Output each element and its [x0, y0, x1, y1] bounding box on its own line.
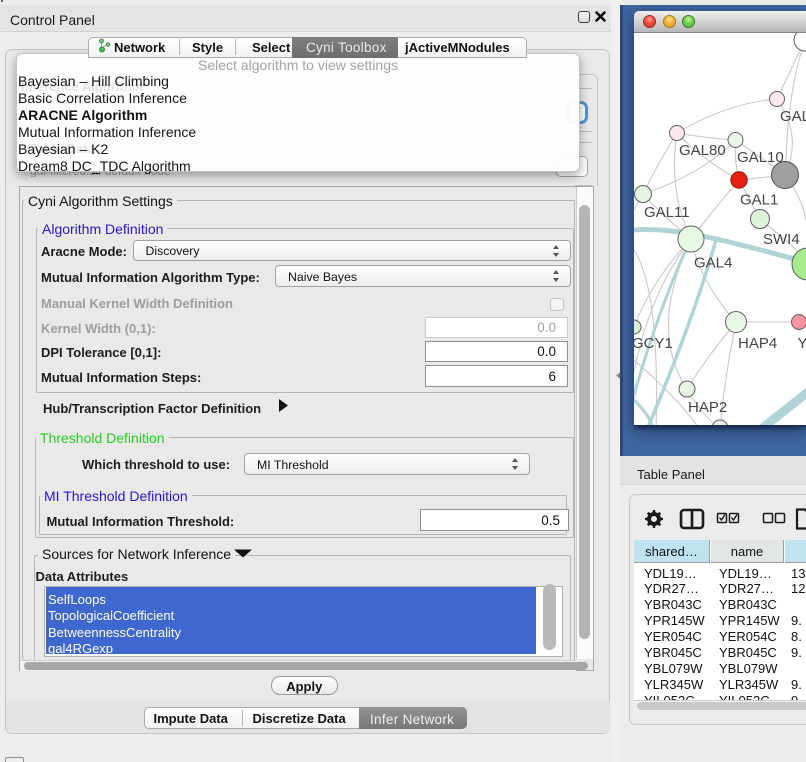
svg-text:GAL7: GAL7	[780, 108, 806, 125]
svg-text:HAP4: HAP4	[738, 335, 777, 352]
svg-text:YD: YD	[798, 335, 806, 352]
svg-text:SWI4: SWI4	[763, 231, 800, 248]
svg-text:GAL80: GAL80	[679, 142, 726, 159]
svg-text:GCY1: GCY1	[634, 335, 673, 352]
svg-text:GAL11: GAL11	[644, 204, 690, 221]
svg-text:GAL1: GAL1	[740, 192, 778, 209]
svg-text:GAL4: GAL4	[694, 255, 732, 272]
svg-text:GAL10: GAL10	[737, 149, 784, 166]
svg-text:HAP2: HAP2	[688, 399, 727, 416]
